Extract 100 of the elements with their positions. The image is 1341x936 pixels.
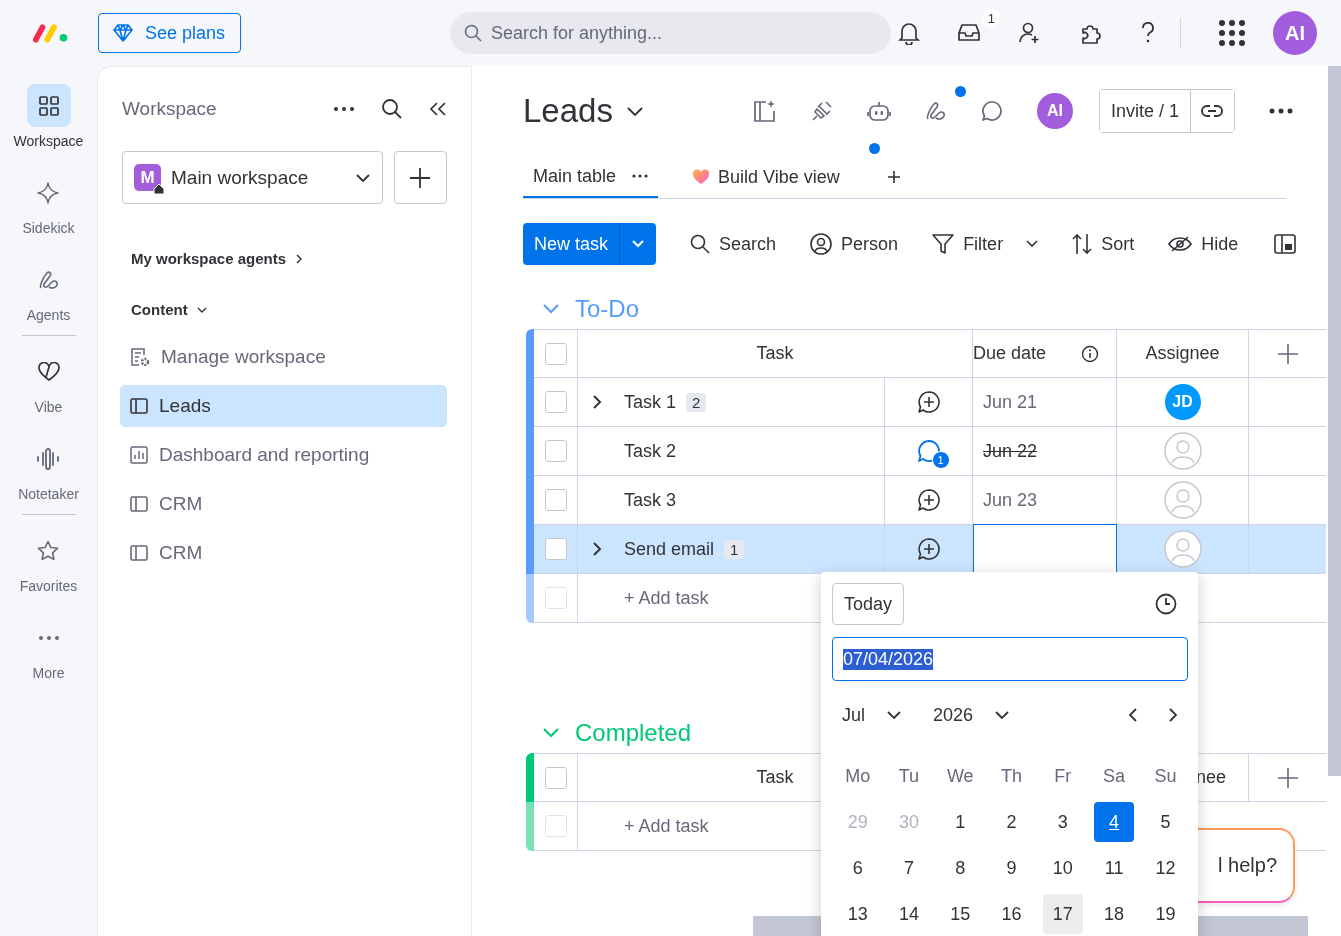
invite-button[interactable]: Invite / 1 [1099,90,1191,132]
task-name[interactable]: Send email [624,538,715,560]
layout-icon[interactable] [1274,234,1297,254]
task-name[interactable]: Task 3 [624,489,677,511]
toolbar-button[interactable]: Sort [1072,233,1135,255]
checkbox[interactable] [544,440,567,462]
rail-nav-item[interactable]: Sidekick [22,171,75,258]
comment-icon[interactable] [916,439,941,463]
calendar-day[interactable]: 15 [940,894,981,934]
search-icon[interactable] [381,98,403,120]
sidebar-board-item[interactable]: Leads [120,385,447,427]
calendar-day[interactable]: 8 [940,848,981,888]
agents-link[interactable]: My workspace agents [131,250,303,267]
calendar-day[interactable]: 9 [991,848,1032,888]
toolbar-button[interactable]: Filter [932,233,1039,255]
bell-icon[interactable] [898,21,920,45]
rail-nav-item[interactable]: Workspace [13,84,84,171]
more-icon[interactable] [333,106,355,112]
checkbox[interactable] [544,489,567,511]
invite-person-icon[interactable] [1018,22,1042,44]
user-avatar[interactable]: AI [1036,93,1073,129]
checkbox[interactable] [544,766,567,789]
sidebar-board-item[interactable]: CRM [120,532,447,574]
calendar-day[interactable]: 13 [837,894,878,934]
calendar-day[interactable]: 16 [991,894,1032,934]
year-dropdown[interactable]: 2026 [933,704,1010,726]
scrollbar[interactable] [1198,916,1308,936]
toolbar-button[interactable]: Person [810,233,899,255]
rail-nav-item[interactable]: Favorites [19,529,78,616]
add-comment-icon[interactable] [916,537,941,561]
add-task-field[interactable]: + Add task [624,815,709,837]
rail-nav-item[interactable]: More [26,616,71,703]
collapse-icon[interactable] [429,101,447,117]
robot-icon[interactable] [866,100,891,122]
plug-icon[interactable] [810,100,833,122]
toolbar-button[interactable]: Search [690,233,777,255]
calendar-day[interactable]: 5 [1145,802,1186,842]
calendar-day[interactable]: 7 [888,848,929,888]
scrollbar[interactable] [753,916,821,936]
calendar-day[interactable]: 12 [1145,848,1186,888]
section-header[interactable]: Content [131,301,207,318]
help-icon[interactable] [1140,22,1156,44]
calendar-day[interactable]: 10 [1042,848,1083,888]
task-name[interactable]: Task 2 [624,440,677,462]
calendar-day[interactable]: 19 [1145,894,1186,934]
more-icon[interactable] [1268,108,1293,114]
expand-chevron-icon[interactable] [592,541,602,557]
rail-nav-item[interactable]: Vibe [26,350,71,437]
inbox-icon[interactable] [957,23,981,43]
previous-month-icon[interactable] [1128,707,1138,723]
view-tab[interactable]: Main table [523,156,659,198]
loop-icon[interactable] [924,100,947,122]
checkbox[interactable] [544,342,567,365]
calendar-day[interactable]: 17 [1042,894,1083,934]
more-icon[interactable] [632,174,649,178]
rail-nav-item[interactable]: Notetaker [18,437,79,524]
task-name[interactable]: Task 1 [624,391,677,413]
toolbar-button[interactable]: Hide [1168,233,1239,255]
comment-icon[interactable] [980,100,1003,122]
month-dropdown[interactable]: Jul [842,704,901,726]
checkbox[interactable] [544,391,567,413]
see-plans-button[interactable]: See plans [98,13,241,53]
calendar-day[interactable]: 6 [837,848,878,888]
sparkle-board-icon[interactable] [752,99,777,123]
active-date-cell[interactable] [973,524,1117,573]
add-task-field[interactable]: + Add task [624,587,709,609]
new-task-button[interactable]: New task [523,223,657,265]
calendar-day[interactable]: 14 [888,894,929,934]
workspace-selector[interactable]: M Main workspace [122,151,383,204]
calendar-day[interactable]: 18 [1094,894,1135,934]
due-date[interactable]: Jun 21 [983,391,1038,413]
add-button[interactable] [393,151,447,204]
add-comment-icon[interactable] [916,390,941,414]
sidebar-board-item[interactable]: Dashboard and reporting [120,434,447,476]
plus-icon[interactable] [887,171,900,183]
next-month-icon[interactable] [1168,707,1178,723]
date-input[interactable]: 07/04/2026 [832,637,1188,681]
search-field[interactable]: Search for anything... [450,12,891,54]
today-button[interactable]: Today [832,583,905,625]
calendar-day[interactable]: 4 [1094,802,1135,842]
rail-nav-item[interactable]: Agents [26,258,71,345]
chevron-down-icon[interactable] [626,106,643,116]
checkbox[interactable] [544,538,567,560]
calendar-day[interactable]: 11 [1094,848,1135,888]
due-date[interactable]: Jun 23 [983,489,1038,511]
apps-grid-icon[interactable] [1218,19,1246,47]
due-date[interactable]: Jun 22 [983,440,1038,462]
calendar-day[interactable]: 2 [991,802,1032,842]
clock-icon[interactable] [1155,593,1177,615]
help-bubble[interactable]: l help? [1198,828,1295,903]
calendar-day[interactable]: 1 [940,802,981,842]
add-comment-icon[interactable] [916,488,941,512]
user-avatar[interactable]: AI [1273,11,1317,55]
expand-chevron-icon[interactable] [592,394,602,410]
calendar-day[interactable]: 3 [1042,802,1083,842]
scrollbar[interactable] [1328,66,1341,776]
view-tab[interactable]: Build Vibe view [682,156,850,198]
sidebar-board-item[interactable]: CRM [120,483,447,525]
info-icon[interactable] [1081,344,1099,363]
board-title[interactable]: Leads [523,92,613,130]
